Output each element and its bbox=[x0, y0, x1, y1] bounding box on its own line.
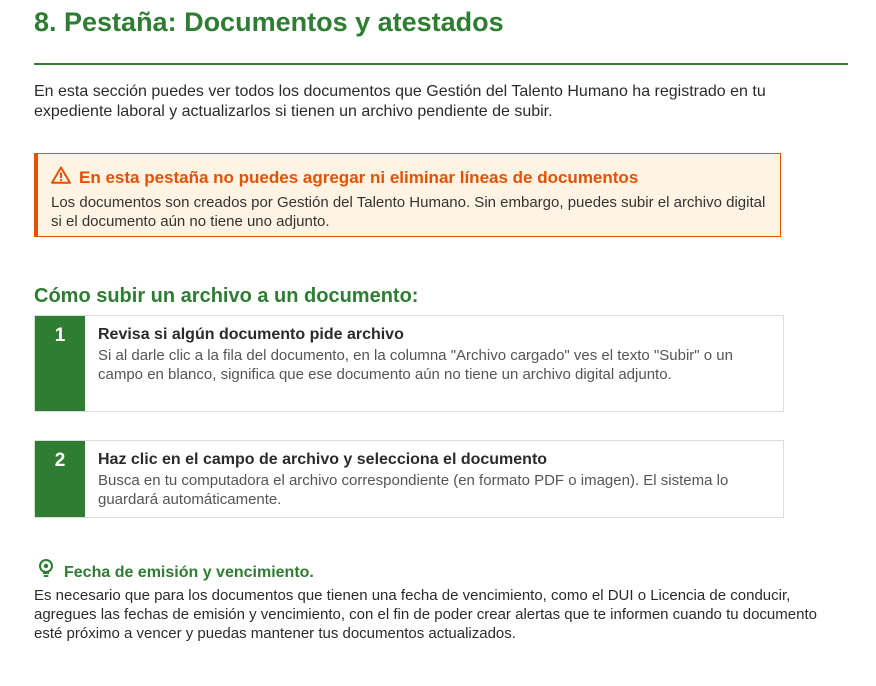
step-card-2: 2 Haz clic en el campo de archivo y sele… bbox=[34, 440, 784, 518]
step-card-1: 1 Revisa si algún documento pide archivo… bbox=[34, 315, 784, 412]
step-number: 1 bbox=[35, 316, 85, 411]
warning-title: En esta pestaña no puedes agregar ni eli… bbox=[79, 168, 639, 187]
step-description: Si al darle clic a la fila del documento… bbox=[98, 347, 733, 383]
page-content: 8. Pestaña: Documentos y atestados En es… bbox=[34, 0, 848, 642]
step-description: Busca en tu computadora el archivo corre… bbox=[98, 472, 729, 508]
tip-body: Es necesario que para los documentos que… bbox=[34, 587, 817, 642]
warning-triangle-icon bbox=[51, 166, 79, 190]
step-content: Revisa si algún documento pide archivo S… bbox=[85, 316, 783, 411]
title-divider bbox=[34, 63, 848, 65]
warning-header: En esta pestaña no puedes agregar ni eli… bbox=[51, 166, 766, 190]
step-number: 2 bbox=[35, 441, 85, 517]
step-title: Haz clic en el campo de archivo y selecc… bbox=[98, 451, 548, 468]
intro-paragraph: En esta sección puedes ver todos los doc… bbox=[34, 83, 766, 120]
howto-title: Cómo subir un archivo a un documento: bbox=[34, 285, 419, 307]
tip-header: Fecha de emisión y vencimiento. bbox=[38, 559, 314, 586]
step-title: Revisa si algún documento pide archivo bbox=[98, 326, 404, 343]
page-title: 8. Pestaña: Documentos y atestados bbox=[34, 7, 504, 37]
warning-callout: En esta pestaña no puedes agregar ni eli… bbox=[34, 153, 781, 237]
step-content: Haz clic en el campo de archivo y selecc… bbox=[85, 441, 783, 517]
warning-body: Los documentos son creados por Gestión d… bbox=[51, 194, 766, 230]
lightbulb-icon bbox=[38, 559, 64, 586]
tip-title: Fecha de emisión y vencimiento. bbox=[64, 563, 314, 581]
